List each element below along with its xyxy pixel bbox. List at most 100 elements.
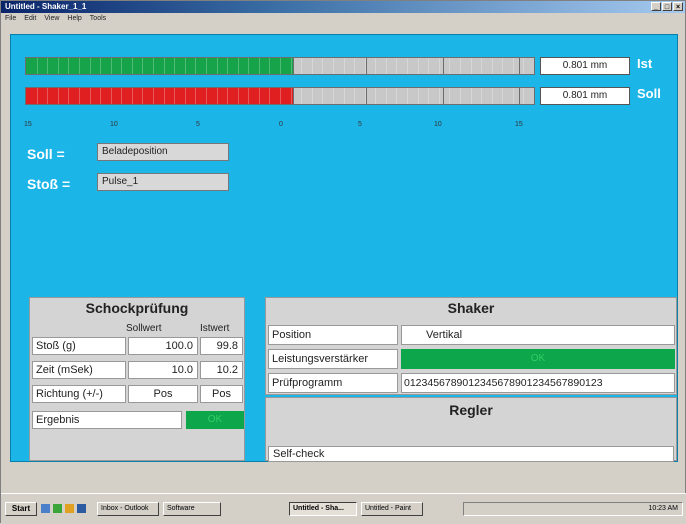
bar-segment <box>481 88 483 104</box>
window-title: Untitled - Shaker_1_1 <box>5 2 87 11</box>
bar-segment <box>470 58 472 74</box>
bar-segment <box>216 88 218 104</box>
bar-segment <box>57 58 59 74</box>
ergebnis-status-indicator: OK <box>186 411 244 429</box>
bar-segment <box>153 88 154 104</box>
clock[interactable]: 10:23 AM <box>648 503 678 515</box>
shaker-title: Shaker <box>447 300 495 316</box>
bar-segment <box>512 88 514 104</box>
title-bar[interactable]: Untitled - Shaker_1_1 _ □ × <box>1 1 685 13</box>
zeit-label: Zeit (mSek) <box>32 361 126 379</box>
quicklaunch-icon[interactable] <box>41 504 50 513</box>
taskbar: Start Inbox - Outlook Software Untitled … <box>1 493 686 524</box>
bar-segment <box>142 58 144 74</box>
bar-segment <box>407 58 408 74</box>
ist-position-bar <box>25 57 535 75</box>
start-button[interactable]: Start <box>5 502 37 516</box>
bar-segment <box>354 58 356 74</box>
richtung-label: Richtung (+/-) <box>32 385 126 403</box>
bar-segment <box>121 88 123 104</box>
scale-label: 15 <box>24 121 32 128</box>
bar-segment <box>428 58 430 74</box>
bar-segment <box>36 88 38 104</box>
bar-tick <box>366 88 368 104</box>
bar-segment <box>280 58 281 74</box>
bar-segment <box>163 58 165 74</box>
bar-segment <box>100 58 102 74</box>
scale-label: 15 <box>515 121 523 128</box>
stoss-pulse-field[interactable]: Pulse_1 <box>97 173 229 191</box>
bar-segment <box>512 58 514 74</box>
bar-segment <box>142 88 144 104</box>
bar-segment <box>502 58 504 74</box>
pruefprogramm-value: 0123456789012345678901234567890123 <box>401 373 675 393</box>
bar-tick <box>442 88 444 104</box>
close-button[interactable]: × <box>673 2 683 11</box>
bar-segment <box>449 88 451 104</box>
quicklaunch-icon[interactable] <box>53 504 62 513</box>
menu-file[interactable]: File <box>5 13 16 24</box>
bar-segment <box>322 58 324 74</box>
bar-segment <box>332 88 334 104</box>
soll-bar-fill <box>26 88 293 104</box>
regler-panel: Regler Self-check <box>265 397 677 462</box>
bar-segment <box>396 58 398 74</box>
zeit-sollwert: 10.0 <box>128 361 198 379</box>
taskbar-item-outlook[interactable]: Inbox - Outlook <box>97 502 159 516</box>
bar-segment <box>354 88 356 104</box>
bar-segment <box>343 88 345 104</box>
bar-segment <box>301 88 303 104</box>
menu-tools[interactable]: Tools <box>90 13 106 24</box>
bar-segment <box>375 58 377 74</box>
stoss-row-label: Stoß = <box>27 176 71 192</box>
soll-position-bar <box>25 87 535 105</box>
bar-segment <box>343 58 345 74</box>
bar-tick <box>518 88 520 104</box>
taskbar-item-software[interactable]: Software <box>163 502 221 516</box>
taskbar-item-paint[interactable]: Untitled - Paint <box>361 502 423 516</box>
scale-label: 0 <box>279 121 283 128</box>
ist-bar-fill <box>26 58 293 74</box>
bar-segment <box>523 88 525 104</box>
zeit-istwert: 10.2 <box>200 361 243 379</box>
bar-segment <box>57 88 59 104</box>
quicklaunch-icon[interactable] <box>77 504 86 513</box>
bar-segment <box>248 58 250 74</box>
bar-segment <box>237 58 239 74</box>
ist-value-display: 0.801 mm <box>540 57 630 75</box>
bar-segment <box>322 88 324 104</box>
main-panel: 0.801 mm Ist 0.801 mm Soll 15 10 5 0 5 1… <box>10 34 678 462</box>
bar-segment <box>195 88 197 104</box>
maximize-button[interactable]: □ <box>662 2 672 11</box>
taskbar-item-shaker[interactable]: Untitled - Sha... <box>289 502 357 516</box>
bar-segment <box>332 58 334 74</box>
sollwert-column-header: Sollwert <box>126 323 162 334</box>
bar-segment <box>481 58 483 74</box>
menu-help[interactable]: Help <box>67 13 81 24</box>
bar-segment <box>195 58 197 74</box>
bar-segment <box>438 58 440 74</box>
bar-segment <box>227 88 229 104</box>
system-tray: 10:23 AM <box>463 502 683 516</box>
bar-segment <box>396 88 398 104</box>
menu-edit[interactable]: Edit <box>24 13 36 24</box>
bar-segment <box>290 88 292 104</box>
bar-segment <box>68 58 70 74</box>
bar-segment <box>491 88 493 104</box>
schockpruefung-title: Schockprüfung <box>85 300 189 316</box>
bar-segment <box>163 88 165 104</box>
shaker-panel: Shaker Position Vertikal Leistungsverstä… <box>265 297 677 395</box>
minimize-button[interactable]: _ <box>651 2 661 11</box>
quicklaunch-icon[interactable] <box>65 504 74 513</box>
soll-position-field[interactable]: Beladeposition <box>97 143 229 161</box>
bar-segment <box>459 88 461 104</box>
bar-segment <box>269 88 271 104</box>
bar-tick <box>292 88 294 104</box>
bar-segment <box>131 88 133 104</box>
position-value: Vertikal <box>401 325 675 345</box>
scale-label: 10 <box>434 121 442 128</box>
menu-view[interactable]: View <box>44 13 59 24</box>
position-label: Position <box>268 325 398 345</box>
bar-segment <box>184 58 186 74</box>
stoss-g-sollwert: 100.0 <box>128 337 198 355</box>
